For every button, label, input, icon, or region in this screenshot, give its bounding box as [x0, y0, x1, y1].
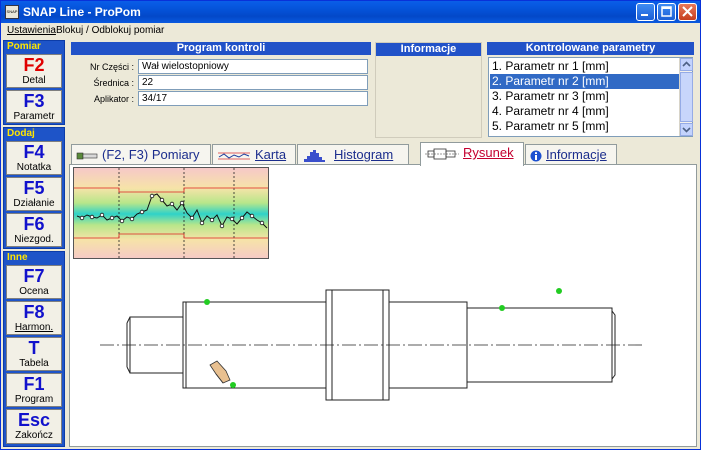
fkey-label: F6	[23, 214, 45, 234]
param-item[interactable]: 3. Parametr nr 3 [mm]	[490, 89, 680, 104]
applicator-label: Aplikator :	[93, 94, 134, 104]
tab-informacje[interactable]: Informacje	[525, 144, 617, 165]
fkey-caption: Detal	[22, 75, 46, 86]
drawing-icon	[425, 148, 459, 159]
title-bar[interactable]: SNAP SNAP Line - ProPom	[1, 1, 700, 23]
fkey-caption: Notatka	[16, 162, 52, 173]
view-tabs: (F2, F3) Pomiary Karta Histogram Rysunek…	[71, 142, 696, 166]
histogram-icon	[304, 149, 325, 162]
maximize-button[interactable]	[657, 3, 676, 21]
fkey-caption: Harmon.	[14, 322, 54, 333]
info-icon	[530, 150, 542, 162]
fkey-label: F7	[23, 266, 45, 286]
tab-rysunek[interactable]: Rysunek	[420, 142, 524, 166]
info-panel: Informacje	[375, 42, 482, 138]
app-window: SNAP SNAP Line - ProPom Ustawienia Bloku…	[0, 0, 701, 450]
applicator-field[interactable]: 34/17	[138, 91, 368, 106]
f4-notatka-button[interactable]: F4 Notatka	[6, 141, 62, 175]
param-item[interactable]: 4. Parametr nr 4 [mm]	[490, 104, 680, 119]
diameter-field[interactable]: 22	[138, 75, 368, 90]
diameter-label: Średnica :	[93, 78, 134, 88]
fkey-label: F3	[23, 91, 45, 111]
fkey-caption: Tabela	[19, 358, 49, 369]
menu-bar: Ustawienia Blokuj / Odblokuj pomiar	[1, 23, 700, 39]
fkey-caption: Zakończ	[15, 430, 53, 441]
t-tabela-button[interactable]: T Tabela	[6, 337, 62, 371]
fkey-label: F5	[23, 178, 45, 198]
group-dodaj: Dodaj F4 Notatka F5 Działanie F6 Niezgod…	[3, 127, 65, 249]
group-label: Inne	[7, 252, 28, 263]
menu-settings[interactable]: Ustawienia	[7, 25, 56, 36]
tab-label: Histogram	[334, 147, 394, 162]
f3-parametr-button[interactable]: F3 Parametr	[6, 90, 62, 123]
window-title: SNAP Line - ProPom	[23, 5, 141, 19]
param-item[interactable]: 1. Parametr nr 1 [mm]	[490, 59, 680, 74]
param-item-selected[interactable]: 2. Parametr nr 2 [mm]	[490, 74, 680, 89]
fkey-caption: Niezgod.	[14, 234, 54, 245]
scroll-down-button[interactable]	[680, 123, 693, 136]
group-pomiar: Pomiar F2 Detal F3 Parametr	[3, 40, 65, 125]
fkey-caption: Program	[14, 394, 54, 405]
params-scrollbar[interactable]	[679, 58, 693, 136]
program-panel-title: Program kontroli	[71, 42, 371, 55]
measure-point[interactable]	[499, 305, 505, 311]
measure-point[interactable]	[204, 299, 210, 305]
tab-label: Informacje	[546, 147, 607, 162]
tab-label: Karta	[255, 147, 287, 162]
part-number-label: Nr Części :	[89, 62, 134, 72]
params-listbox[interactable]: 1. Parametr nr 1 [mm] 2. Parametr nr 2 […	[488, 57, 693, 137]
shaft-drawing	[100, 288, 645, 401]
drawing-view[interactable]	[69, 164, 697, 447]
minimize-icon	[641, 14, 648, 16]
fkey-caption: Parametr	[13, 111, 55, 122]
close-icon	[682, 6, 693, 17]
fkey-label: Esc	[17, 410, 51, 430]
control-chart-icon	[218, 152, 250, 159]
group-label: Pomiar	[7, 41, 41, 52]
params-panel: Kontrolowane parametry	[487, 42, 694, 56]
group-label: Dodaj	[7, 128, 35, 139]
fkey-label: F4	[23, 142, 45, 162]
info-panel-title: Informacje	[376, 43, 481, 56]
fkey-caption: Działanie	[13, 198, 55, 209]
f7-ocena-button[interactable]: F7 Ocena	[6, 265, 62, 299]
chevron-down-icon	[682, 127, 691, 133]
tab-label: (F2, F3) Pomiary	[102, 147, 200, 162]
maximize-icon	[661, 6, 672, 17]
scroll-up-button[interactable]	[680, 58, 693, 71]
esc-zakoncz-button[interactable]: Esc Zakończ	[6, 409, 62, 444]
scroll-thumb[interactable]	[680, 72, 693, 122]
fkey-label: T	[28, 338, 40, 358]
f2-detal-button[interactable]: F2 Detal	[6, 54, 62, 88]
param-item[interactable]: 5. Parametr nr 5 [mm]	[490, 119, 680, 134]
app-icon[interactable]: SNAP	[5, 5, 19, 19]
tab-pomiary[interactable]: (F2, F3) Pomiary	[71, 144, 211, 165]
params-panel-title: Kontrolowane parametry	[487, 42, 694, 55]
chevron-up-icon	[682, 61, 691, 67]
f8-harmon-button[interactable]: F8 Harmon.	[6, 301, 62, 335]
minimize-button[interactable]	[636, 3, 655, 21]
part-number-field[interactable]: Wał wielostopniowy	[138, 59, 368, 74]
group-inne: Inne F7 Ocena F8 Harmon. T Tabela F1 Pro…	[3, 251, 65, 447]
program-panel: Program kontroli Nr Części : Wał wielost…	[71, 42, 371, 138]
probe-cursor-icon	[209, 360, 231, 384]
f5-dzialanie-button[interactable]: F5 Działanie	[6, 177, 62, 211]
measure-point[interactable]	[230, 382, 236, 388]
tab-karta[interactable]: Karta	[212, 144, 296, 165]
f6-niezgod-button[interactable]: F6 Niezgod.	[6, 213, 62, 247]
fkey-label: F1	[23, 374, 45, 394]
menu-lock-measurement[interactable]: Blokuj / Odblokuj pomiar	[56, 25, 164, 36]
fkey-label: F8	[23, 302, 45, 322]
tab-histogram[interactable]: Histogram	[297, 144, 409, 165]
f1-program-button[interactable]: F1 Program	[6, 373, 62, 407]
fkey-label: F2	[23, 55, 45, 75]
tab-label: Rysunek	[463, 145, 514, 160]
close-button[interactable]	[678, 3, 697, 21]
caliper-icon	[76, 152, 98, 159]
measure-point[interactable]	[556, 288, 562, 294]
fkey-caption: Ocena	[19, 286, 49, 297]
